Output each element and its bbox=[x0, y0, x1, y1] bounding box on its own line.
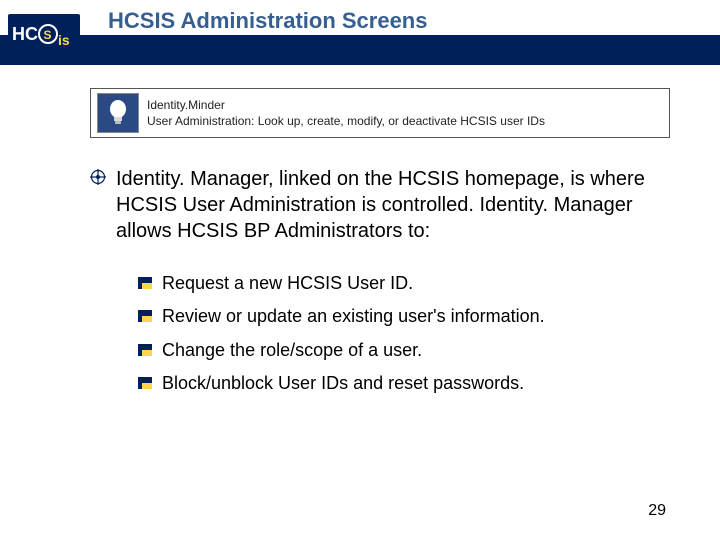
main-paragraph: Identity. Manager, linked on the HCSIS h… bbox=[116, 166, 670, 244]
lightbulb-icon bbox=[97, 93, 139, 133]
info-line1: Identity.Minder bbox=[147, 97, 545, 113]
list-item-text: Change the role/scope of a user. bbox=[162, 339, 422, 362]
flag-bullet-icon bbox=[138, 377, 152, 389]
identity-minder-text: Identity.Minder User Administration: Loo… bbox=[147, 97, 545, 129]
identity-minder-box: Identity.Minder User Administration: Loo… bbox=[90, 88, 670, 138]
page-number: 29 bbox=[648, 502, 666, 520]
list-item: Block/unblock User IDs and reset passwor… bbox=[138, 372, 670, 395]
list-item-text: Request a new HCSIS User ID. bbox=[162, 272, 413, 295]
list-item: Change the role/scope of a user. bbox=[138, 339, 670, 362]
flag-bullet-icon bbox=[138, 310, 152, 322]
page-title: HCSIS Administration Screens bbox=[108, 8, 427, 34]
svg-text:HC: HC bbox=[12, 24, 38, 44]
info-line2: User Administration: Look up, create, mo… bbox=[147, 113, 545, 129]
flag-bullet-icon bbox=[138, 277, 152, 289]
list-item: Review or update an existing user's info… bbox=[138, 305, 670, 328]
list-item-text: Review or update an existing user's info… bbox=[162, 305, 545, 328]
svg-text:S: S bbox=[44, 28, 52, 42]
header-band bbox=[0, 35, 720, 65]
list-item-text: Block/unblock User IDs and reset passwor… bbox=[162, 372, 524, 395]
hcsis-logo: HC S is bbox=[8, 14, 80, 62]
main-paragraph-block: Identity. Manager, linked on the HCSIS h… bbox=[90, 166, 670, 244]
sub-list: Request a new HCSIS User ID. Review or u… bbox=[138, 272, 670, 396]
target-bullet-icon bbox=[90, 169, 106, 185]
flag-bullet-icon bbox=[138, 344, 152, 356]
content-area: Identity.Minder User Administration: Loo… bbox=[90, 88, 670, 406]
list-item: Request a new HCSIS User ID. bbox=[138, 272, 670, 295]
svg-text:is: is bbox=[58, 32, 70, 48]
